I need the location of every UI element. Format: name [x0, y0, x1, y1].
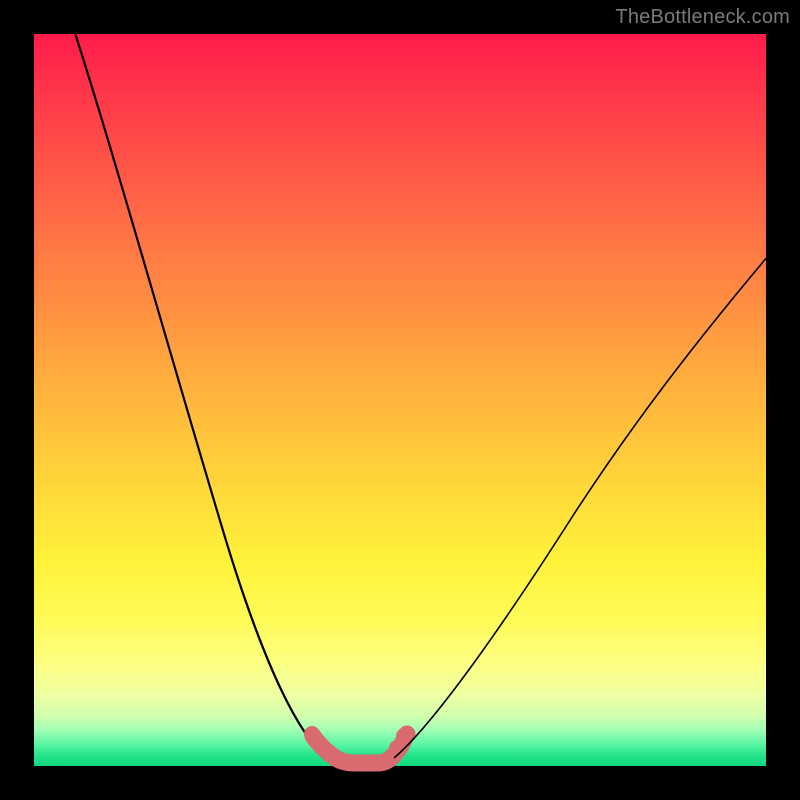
curve-layer	[34, 34, 766, 766]
flat-dot	[313, 738, 329, 754]
flat-dot	[389, 740, 405, 756]
chart-stage: TheBottleneck.com	[0, 0, 800, 800]
watermark-text: TheBottleneck.com	[615, 6, 790, 29]
bottleneck-curve-right	[394, 256, 768, 758]
plot-area	[34, 34, 766, 766]
bottleneck-curve-left	[74, 30, 338, 760]
